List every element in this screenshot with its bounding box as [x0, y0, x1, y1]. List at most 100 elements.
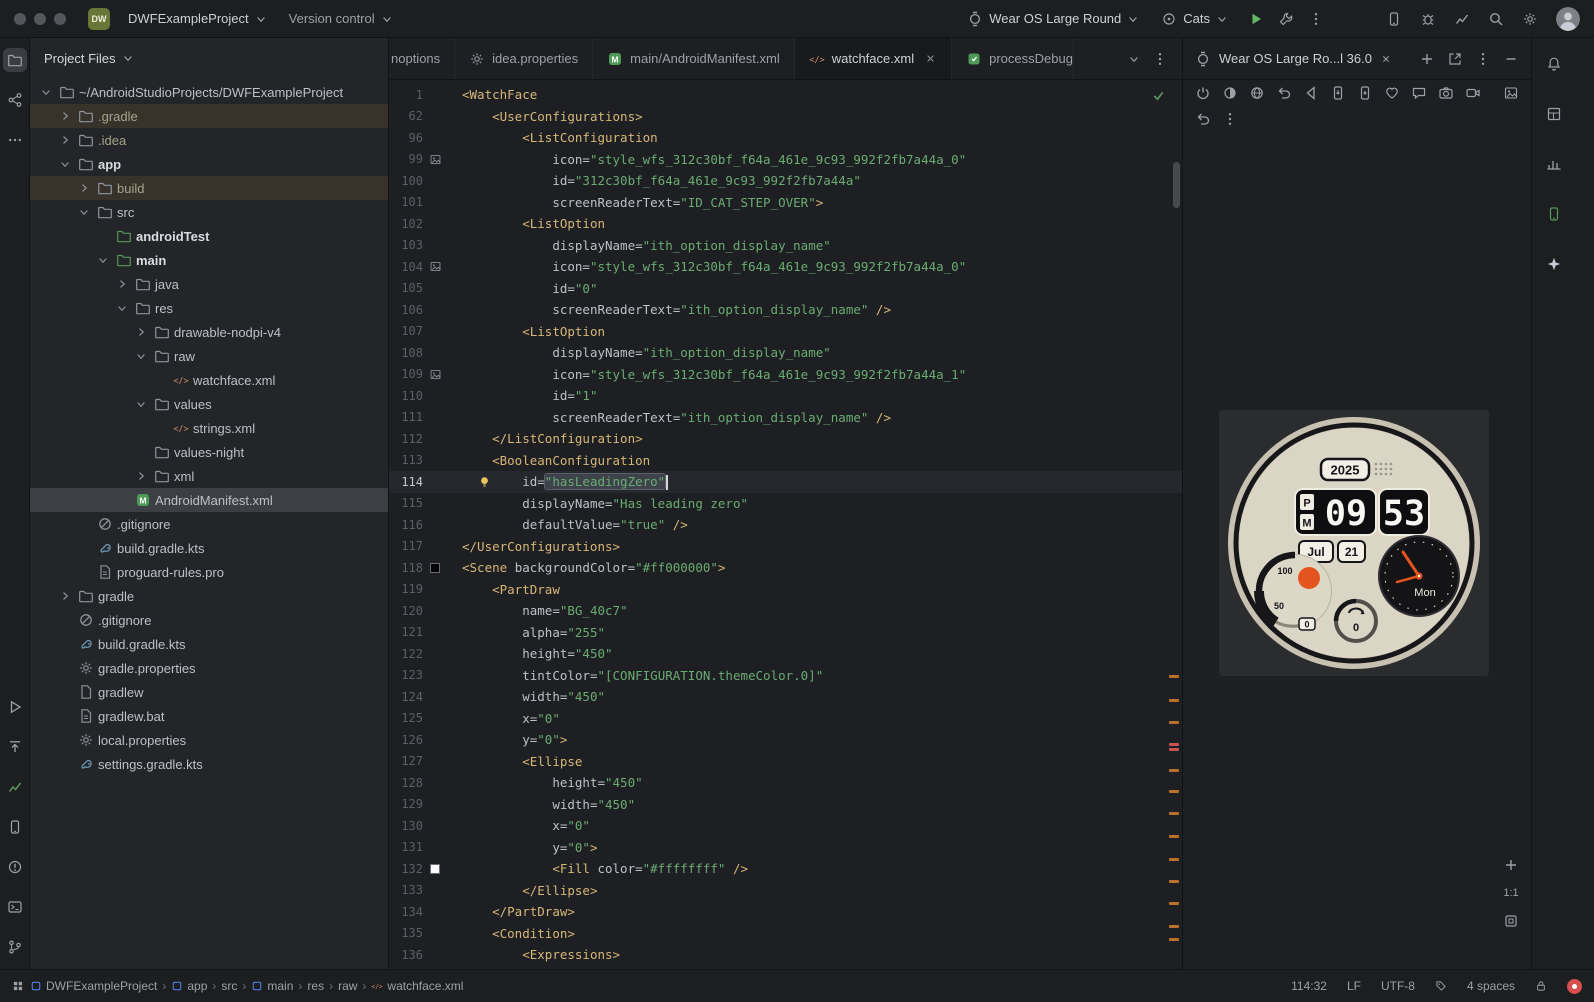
build-icon[interactable] [1278, 11, 1294, 27]
tree-item-proguard-rules-pro-20[interactable]: proguard-rules.pro [30, 560, 388, 584]
caret-position[interactable]: 114:32 [1291, 979, 1327, 993]
editor-line-113[interactable]: 113 <BooleanConfiguration [389, 450, 1182, 472]
button-1-icon[interactable] [1330, 85, 1346, 101]
globe-icon[interactable] [1249, 85, 1265, 101]
breadcrumb-item-src[interactable]: src [221, 979, 237, 993]
settings-gear-icon[interactable] [1522, 11, 1538, 27]
add-device-icon[interactable] [1419, 51, 1435, 67]
git-tool-button[interactable] [3, 935, 27, 959]
tab-watchface-xml[interactable]: </>watchface.xml [795, 38, 952, 79]
chevron-open-icon[interactable] [95, 252, 111, 268]
button-2-icon[interactable] [1357, 85, 1373, 101]
tree-item-gradle-1[interactable]: .gradle [30, 104, 388, 128]
tab-idea-properties[interactable]: idea.properties [455, 38, 593, 79]
breadcrumb-item-main[interactable]: main [251, 979, 293, 993]
inspection-stripe-mark[interactable] [1169, 835, 1179, 838]
tree-item-main-7[interactable]: main [30, 248, 388, 272]
messages-icon[interactable] [1411, 85, 1427, 101]
editor-line-102[interactable]: 102 <ListOption [389, 213, 1182, 235]
inspection-stripe-mark[interactable] [1169, 721, 1179, 724]
structure-tool-button[interactable] [3, 88, 27, 112]
tree-item-raw-11[interactable]: raw [30, 344, 388, 368]
editor-line-129[interactable]: 129 width="450" [389, 794, 1182, 816]
open-in-window-icon[interactable] [1447, 51, 1463, 67]
editor-line-134[interactable]: 134 </PartDraw> [389, 901, 1182, 923]
chevron-closed-icon[interactable] [57, 108, 73, 124]
tree-item-gitignore-22[interactable]: .gitignore [30, 608, 388, 632]
editor-line-114[interactable]: 114 id="hasLeadingZero" [389, 471, 1182, 493]
editor-line-126[interactable]: 126 y="0"> [389, 729, 1182, 751]
search-icon[interactable] [1488, 11, 1504, 27]
chevron-open-icon[interactable] [57, 156, 73, 172]
editor-line-1[interactable]: 1<WatchFace [389, 84, 1182, 106]
editor-line-128[interactable]: 128 height="450" [389, 772, 1182, 794]
zoom-in-icon[interactable] [1503, 857, 1519, 873]
editor-line-131[interactable]: 131 y="0"> [389, 837, 1182, 859]
inspection-stripe-mark[interactable] [1169, 812, 1179, 815]
window-controls[interactable] [14, 13, 66, 25]
zoom-window-button[interactable] [54, 13, 66, 25]
profiler-icon[interactable] [1454, 11, 1470, 27]
tree-item-settings-gradle-kts-28[interactable]: settings.gradle.kts [30, 752, 388, 776]
inspection-stripe-mark[interactable] [1169, 880, 1179, 883]
tab-options-kebab-icon[interactable] [1152, 51, 1168, 67]
chevron-open-icon[interactable] [114, 300, 130, 316]
chevron-closed-icon[interactable] [114, 276, 130, 292]
editor-line-119[interactable]: 119 <PartDraw [389, 579, 1182, 601]
tab-noptions[interactable]: noptions [389, 38, 455, 79]
chevron-closed-icon[interactable] [57, 132, 73, 148]
minimize-window-button[interactable] [34, 13, 46, 25]
inspection-stripe-mark[interactable] [1169, 748, 1179, 751]
reset-icon[interactable] [1195, 111, 1211, 127]
editor-line-103[interactable]: 103 displayName="ith_option_display_name… [389, 235, 1182, 257]
more-tools-button[interactable] [3, 128, 27, 152]
editor-line-104[interactable]: 104 icon="style_wfs_312c30bf_f64a_461e_9… [389, 256, 1182, 278]
tab-main-androidmanifest-xml[interactable]: Mmain/AndroidManifest.xml [593, 38, 795, 79]
device-mirror-icon[interactable] [1386, 11, 1402, 27]
intention-bulb-icon[interactable] [477, 474, 492, 489]
tab-processdebug[interactable]: processDebug [952, 38, 1074, 79]
inspection-stripe-mark[interactable] [1169, 743, 1179, 746]
editor-line-115[interactable]: 115 displayName="Has leading zero" [389, 493, 1182, 515]
editor-line-116[interactable]: 116 defaultValue="true" /> [389, 514, 1182, 536]
editor-line-111[interactable]: 111 screenReaderText="ith_option_display… [389, 407, 1182, 429]
chevron-closed-icon[interactable] [76, 180, 92, 196]
indent-indicator[interactable]: 4 spaces [1467, 979, 1515, 993]
commit-tool-button[interactable] [3, 735, 27, 759]
tree-item-gradle-21[interactable]: gradle [30, 584, 388, 608]
app-quality-insights-button[interactable] [1542, 152, 1566, 176]
gemini-assistant-button[interactable] [1542, 252, 1566, 276]
screenshot-camera-icon[interactable] [1438, 85, 1454, 101]
close-device-tab-icon[interactable] [1380, 53, 1392, 65]
breadcrumb-item-res[interactable]: res [307, 979, 324, 993]
tree-item-build-4[interactable]: build [30, 176, 388, 200]
editor-line-127[interactable]: 127 <Ellipse [389, 751, 1182, 773]
tree-item-gradle-properties-24[interactable]: gradle.properties [30, 656, 388, 680]
tree-item-watchface-xml-12[interactable]: </>watchface.xml [30, 368, 388, 392]
editor-line-100[interactable]: 100 id="312c30bf_f64a_461e_9c93_992f2fb7… [389, 170, 1182, 192]
tab-list-chevron-icon[interactable] [1128, 53, 1140, 65]
editor-line-109[interactable]: 109 icon="style_wfs_312c30bf_f64a_461e_9… [389, 364, 1182, 386]
editor-line-133[interactable]: 133 </Ellipse> [389, 880, 1182, 902]
editor-line-132[interactable]: 132 <Fill color="#ffffffff" /> [389, 858, 1182, 880]
project-selector[interactable]: DWFExampleProject [120, 7, 275, 30]
device-manager-tool-button[interactable] [3, 815, 27, 839]
back-button-icon[interactable] [1303, 85, 1319, 101]
panel-options-kebab-icon[interactable] [1475, 51, 1491, 67]
inspection-stripe-mark[interactable] [1169, 902, 1179, 905]
tree-item-drawable-nodpi-v4-10[interactable]: drawable-nodpi-v4 [30, 320, 388, 344]
problems-tool-button[interactable] [3, 855, 27, 879]
chevron-open-icon[interactable] [76, 204, 92, 220]
tag-icon[interactable] [1435, 980, 1447, 992]
chevron-closed-icon[interactable] [133, 324, 149, 340]
editor-line-135[interactable]: 135 <Condition> [389, 923, 1182, 945]
lock-icon[interactable] [1535, 980, 1547, 992]
app-inspection-icon[interactable] [1420, 11, 1436, 27]
editor-line-122[interactable]: 122 height="450" [389, 643, 1182, 665]
tree-item-res-9[interactable]: res [30, 296, 388, 320]
layout-inspector-button[interactable] [1542, 102, 1566, 126]
tree-item-local-properties-27[interactable]: local.properties [30, 728, 388, 752]
chevron-closed-icon[interactable] [133, 468, 149, 484]
profiler-tool-button[interactable] [3, 775, 27, 799]
run-configuration-selector[interactable]: Cats [1153, 7, 1236, 31]
